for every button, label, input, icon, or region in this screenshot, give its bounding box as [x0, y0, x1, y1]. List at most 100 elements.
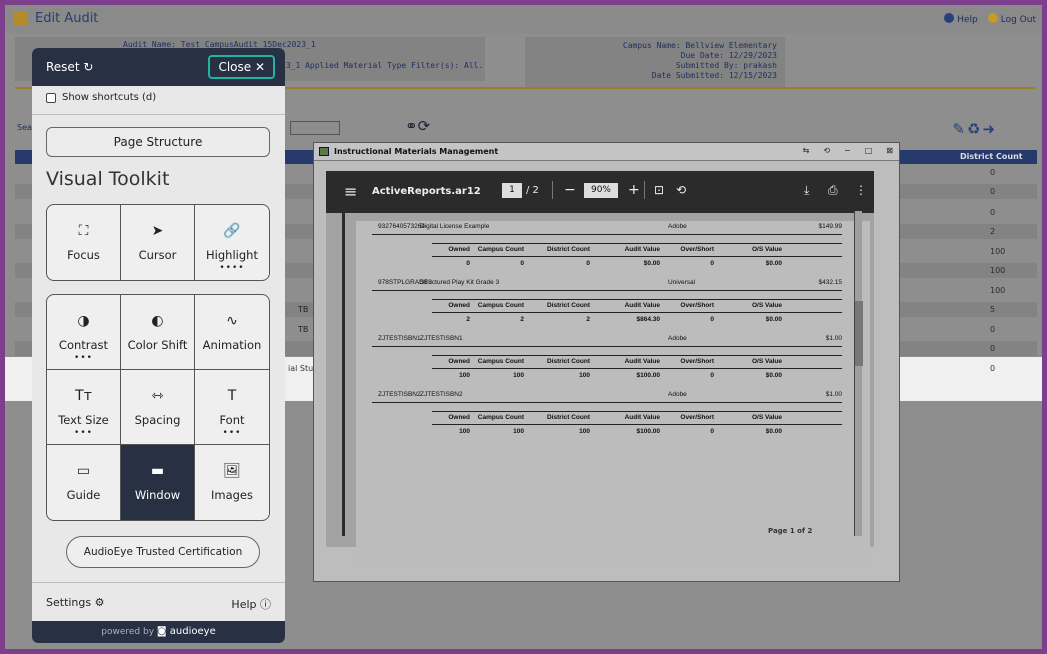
header-top-rule	[432, 243, 842, 244]
powered-by-footer[interactable]: powered by ◙ audioeye	[32, 621, 285, 643]
campus-count-header: Campus Count	[477, 414, 524, 421]
focus-tool[interactable]: ⛶ Focus	[47, 205, 121, 280]
highlight-tool[interactable]: 🔗 Highlight ••••	[195, 205, 269, 280]
os-value-header: O/S Value	[752, 246, 782, 253]
image-icon: 🖼	[223, 463, 241, 479]
close-button[interactable]: Close ✕	[208, 55, 275, 79]
vertical-scrollbar[interactable]	[854, 211, 863, 536]
help-link[interactable]: Help ⓘ	[231, 596, 271, 612]
window-tool[interactable]: ▬ Window	[121, 445, 195, 520]
item-value: $0.00	[765, 260, 782, 267]
page-footer: Page 1 of 2	[768, 527, 813, 535]
window-icon	[319, 147, 329, 156]
district-count-header: District Count	[547, 302, 590, 309]
item-price: $432.15	[818, 279, 843, 286]
zoom-level[interactable]: 90%	[584, 183, 618, 198]
focus-icon: ⛶	[78, 223, 89, 239]
cursor-tool[interactable]: ➤ Cursor	[121, 205, 195, 280]
maximize-icon[interactable]: □	[865, 146, 873, 155]
date-submitted: Date Submitted: 12/15/2023	[651, 71, 777, 80]
top-bar: Edit Audit Help Log Out	[5, 5, 1042, 33]
scrollbar-thumb[interactable]	[855, 301, 863, 366]
page-structure-button[interactable]: Page Structure	[46, 127, 270, 157]
material-filter: 23_1 Applied Material Type Filter(s): Al…	[281, 61, 484, 70]
spacing-tool[interactable]: ⇿ Spacing	[121, 370, 195, 445]
report-dialog[interactable]: Instructional Materials Management ⇆ ⟲ −…	[313, 142, 900, 582]
item-value: $0.00	[765, 428, 782, 435]
district-count-header: District Count	[547, 414, 590, 421]
item-id: 9327640573264	[378, 223, 425, 230]
header-top-rule	[432, 299, 842, 300]
item-value: 0	[520, 260, 524, 267]
toolbar-icons[interactable]: ✎♻➜	[952, 120, 997, 138]
certification-button[interactable]: AudioEye Trusted Certification	[66, 536, 260, 568]
separator	[552, 181, 553, 199]
item-value: 0	[710, 372, 714, 379]
report-content: 9327640573264 Digital License Example Adob…	[372, 221, 862, 541]
item-value: 2	[520, 316, 524, 323]
visual-toolkit-panel: Reset ↻ Close ✕ Show shortcuts (d) Page …	[32, 48, 285, 643]
item-value: 100	[579, 372, 590, 379]
text-size-tool[interactable]: Tт Text Size •••	[47, 370, 121, 445]
search-input[interactable]	[290, 121, 340, 135]
download-icon[interactable]: ⤓	[804, 183, 809, 198]
menu-icon[interactable]: ≡	[344, 182, 357, 201]
item-publisher: Adobe	[668, 335, 687, 342]
separator	[644, 181, 645, 199]
contrast-icon: ◑	[77, 313, 90, 329]
os-value-header: O/S Value	[752, 302, 782, 309]
dialog-titlebar[interactable]: Instructional Materials Management ⇆ ⟲ −…	[314, 143, 899, 161]
logout-link[interactable]: Log Out	[987, 13, 1036, 25]
font-tool[interactable]: T Font •••	[195, 370, 269, 445]
zoom-out-icon[interactable]: −	[564, 182, 576, 198]
color-shift-icon: ◐	[151, 313, 164, 329]
minimize-icon[interactable]: −	[844, 146, 851, 155]
brand-name: audioeye	[169, 626, 216, 637]
close-icon[interactable]: ⊠	[886, 146, 893, 155]
reset-button[interactable]: Reset ↻	[46, 60, 93, 74]
spacing-icon: ⇿	[151, 388, 164, 404]
more-icon[interactable]: ⋮	[855, 183, 867, 197]
cursor-icon: ➤	[151, 223, 164, 239]
header-top-rule	[432, 355, 842, 356]
item-price: $1.00	[825, 335, 842, 342]
district-count-header: District Count	[547, 358, 590, 365]
binoculars-icon[interactable]: ⚭⟳	[405, 117, 430, 135]
over-short-header: Over/Short	[680, 246, 714, 253]
item-value: $0.00	[765, 316, 782, 323]
link-icon: 🔗	[223, 223, 241, 239]
animation-tool[interactable]: ∿ Animation	[195, 295, 269, 370]
page-input[interactable]: 1	[502, 183, 522, 198]
window-icon: ▬	[150, 463, 165, 479]
item-value: 0	[710, 428, 714, 435]
contrast-tool[interactable]: ◑ Contrast •••	[47, 295, 121, 370]
guide-tool[interactable]: ▭ Guide	[47, 445, 121, 520]
item-price: $1.00	[825, 391, 842, 398]
submitted-by: Submitted By: prakash	[675, 61, 777, 70]
report-filename: ActiveReports.ar12	[372, 186, 481, 197]
zoom-in-icon[interactable]: +	[628, 182, 640, 198]
campus-name: Campus Name: Bellview Elementary	[622, 41, 777, 50]
item-value: 100	[513, 428, 524, 435]
swap-icon[interactable]: ⇆	[803, 146, 810, 155]
checkbox[interactable]	[46, 92, 56, 103]
images-tool[interactable]: 🖼 Images	[195, 445, 269, 520]
page-title: Edit Audit	[35, 11, 99, 26]
header-bottom-rule	[432, 368, 842, 369]
refresh-icon[interactable]: ⟲	[823, 146, 830, 155]
audit-info-right: Campus Name: Bellview Elementary Due Dat…	[525, 37, 785, 87]
item-publisher: Adobe	[668, 391, 687, 398]
toolkit-title: Visual Toolkit	[46, 168, 170, 190]
show-shortcuts-toggle[interactable]: Show shortcuts (d)	[46, 92, 156, 103]
item-publisher: Adobe	[668, 223, 687, 230]
color-shift-tool[interactable]: ◐ Color Shift	[121, 295, 195, 370]
fit-page-icon[interactable]: ⊡	[654, 183, 664, 197]
header-bottom-rule	[432, 312, 842, 313]
help-link[interactable]: Help	[944, 13, 978, 25]
divider	[32, 114, 285, 115]
rotate-icon[interactable]: ⟲	[676, 183, 686, 197]
print-icon[interactable]: ⎙	[828, 183, 838, 198]
item-value: 0	[710, 260, 714, 267]
settings-link[interactable]: Settings ⚙	[46, 596, 104, 609]
divider	[32, 582, 285, 583]
